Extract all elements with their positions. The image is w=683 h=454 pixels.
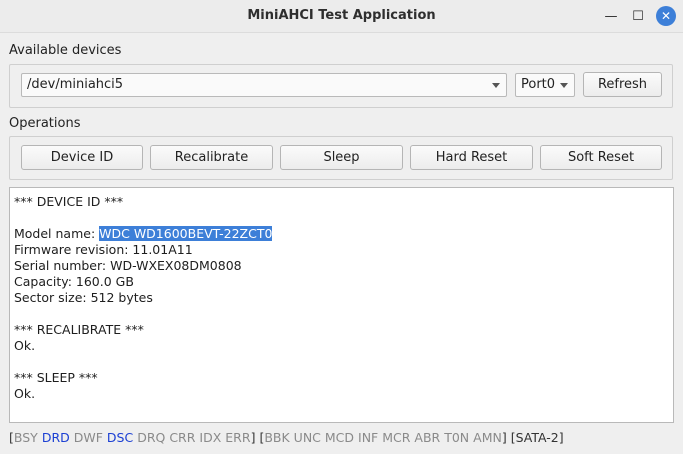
maximize-icon[interactable]: ☐ (628, 6, 648, 26)
status-flag-bsy: BSY (13, 430, 38, 445)
output-line: Capacity: 160.0 GB (14, 274, 134, 289)
status-flag-abr: ABR (414, 430, 441, 445)
status-flag-idx: IDX (199, 430, 222, 445)
sata-link-badge: [SATA-2] (510, 430, 564, 445)
sleep-button[interactable]: Sleep (280, 145, 403, 170)
model-name-label: Model name: (14, 226, 100, 241)
device-id-button[interactable]: Device ID (21, 145, 143, 170)
available-devices-label: Available devices (9, 43, 122, 58)
refresh-button[interactable]: Refresh (583, 72, 662, 97)
minimize-icon[interactable]: — (601, 6, 621, 26)
status-flag-dwf: DWF (73, 430, 103, 445)
status-flag-mcr: MCR (382, 430, 411, 445)
operations-group: Device ID Recalibrate Sleep Hard Reset S… (9, 136, 673, 180)
status-bracket: ] (501, 430, 507, 445)
status-flags-group-2: BBK UNC MCD INF MCR ABR T0N AMN (264, 430, 502, 445)
status-flag-inf: INF (358, 430, 379, 445)
status-flag-amn: AMN (473, 430, 502, 445)
status-flag-mcd: MCD (324, 430, 355, 445)
title-bar: MiniAHCI Test Application — ☐ ✕ (0, 0, 683, 33)
output-line: *** RECALIBRATE *** (14, 322, 144, 337)
output-line: Firmware revision: 11.01A11 (14, 242, 193, 257)
port-select-value: Port0 (521, 77, 556, 92)
status-bar: [BSY DRD DWF DSC DRQ CRR IDX ERR] [BBK U… (9, 430, 564, 445)
close-icon[interactable]: ✕ (656, 6, 676, 26)
output-line: *** DEVICE ID *** (14, 194, 124, 209)
status-flag-bbk: BBK (264, 430, 290, 445)
status-flag-crr: CRR (169, 430, 196, 445)
selected-model-name: WDC WD1600BEVT-22ZCT0 (99, 226, 273, 241)
output-line: Serial number: WD-WXEX08DM0808 (14, 258, 242, 273)
output-line: Model name: WDC WD1600BEVT-22ZCT0 (14, 226, 669, 242)
window-title: MiniAHCI Test Application (247, 8, 436, 23)
status-flag-dsc: DSC (106, 430, 134, 445)
chevron-down-icon (492, 83, 500, 88)
output-line: *** SLEEP *** (14, 370, 98, 385)
chevron-down-icon (560, 83, 568, 88)
hard-reset-button[interactable]: Hard Reset (410, 145, 533, 170)
output-line: Sector size: 512 bytes (14, 290, 153, 305)
output-line: Ok. (14, 338, 36, 353)
soft-reset-button[interactable]: Soft Reset (540, 145, 662, 170)
output-text-area[interactable]: *** DEVICE ID *** Model name: WDC WD1600… (9, 187, 674, 423)
port-select[interactable]: Port0 (515, 73, 575, 97)
status-flag-err: ERR (225, 430, 251, 445)
status-bracket: ] (250, 430, 256, 445)
status-flag-drd: DRD (41, 430, 70, 445)
status-flags-group-1: BSY DRD DWF DSC DRQ CRR IDX ERR (14, 430, 251, 445)
devices-group: /dev/miniahci5 Port0 Refresh (9, 64, 673, 108)
device-select[interactable]: /dev/miniahci5 (21, 73, 507, 97)
recalibrate-button[interactable]: Recalibrate (150, 145, 273, 170)
status-flag-drq: DRQ (137, 430, 166, 445)
status-flag-unc: UNC (293, 430, 321, 445)
status-flag-t0n: T0N (444, 430, 470, 445)
output-line: Ok. (14, 386, 36, 401)
device-select-value: /dev/miniahci5 (27, 77, 124, 92)
operations-label: Operations (9, 116, 81, 131)
